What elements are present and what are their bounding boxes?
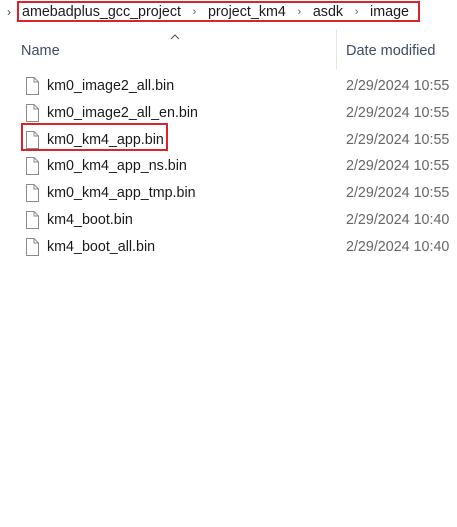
breadcrumb-items: amebadplus_gcc_project › project_km4 › a… — [22, 3, 409, 21]
column-header-date-modified[interactable]: Date modified — [346, 43, 435, 59]
file-icon — [26, 130, 39, 149]
breadcrumb: › amebadplus_gcc_project › project_km4 ›… — [0, 0, 457, 26]
file-icon — [26, 210, 39, 229]
file-name: km0_image2_all.bin — [47, 78, 175, 94]
file-row[interactable]: km0_image2_all_en.bin 2/29/2024 10:55 — [0, 101, 457, 128]
file-row[interactable]: km0_km4_app_tmp.bin 2/29/2024 10:55 — [0, 181, 457, 208]
file-icon — [26, 103, 39, 122]
file-icon — [26, 237, 39, 256]
file-row[interactable]: km4_boot_all.bin 2/29/2024 10:40 — [0, 235, 457, 262]
chevron-right-icon[interactable]: › — [181, 3, 208, 21]
file-name: km0_km4_app_ns.bin — [47, 158, 187, 175]
file-row[interactable]: km0_km4_app_ns.bin 2/29/2024 10:55 — [0, 154, 457, 181]
column-header-row: Name Date modified — [0, 30, 457, 70]
file-name: km0_km4_app_tmp.bin — [47, 185, 196, 202]
file-name: km4_boot.bin — [47, 211, 133, 228]
chevron-right-icon[interactable]: › — [3, 4, 15, 20]
file-date-modified: 2/29/2024 10:55 — [346, 131, 450, 148]
file-date-modified: 2/29/2024 10:55 — [346, 104, 450, 121]
file-name: km0_image2_all_en.bin — [47, 104, 199, 121]
column-header-name[interactable]: Name — [21, 43, 60, 59]
file-date-modified: 2/29/2024 10:55 — [346, 78, 450, 94]
file-icon — [26, 184, 39, 203]
chevron-right-icon[interactable]: › — [343, 3, 370, 21]
file-date-modified: 2/29/2024 10:55 — [346, 158, 450, 175]
file-icon — [26, 77, 39, 95]
file-date-modified: 2/29/2024 10:40 — [346, 211, 450, 228]
file-name: km0_km4_app.bin — [47, 131, 164, 148]
file-row[interactable]: km0_image2_all.bin 2/29/2024 10:55 — [0, 74, 457, 101]
breadcrumb-item-amebadplus-gcc-project[interactable]: amebadplus_gcc_project — [22, 3, 181, 21]
breadcrumb-item-project-km4[interactable]: project_km4 — [208, 3, 286, 21]
file-list: km0_image2_all.bin 2/29/2024 10:55 km0_i… — [0, 74, 457, 262]
column-divider[interactable] — [336, 30, 337, 70]
sort-ascending-icon — [170, 34, 180, 40]
file-icon — [26, 157, 39, 176]
file-date-modified: 2/29/2024 10:40 — [346, 238, 450, 255]
breadcrumb-item-image[interactable]: image — [370, 3, 409, 21]
chevron-right-icon[interactable]: › — [286, 3, 313, 21]
file-name: km4_boot_all.bin — [47, 238, 156, 255]
breadcrumb-item-asdk[interactable]: asdk — [313, 3, 343, 21]
file-date-modified: 2/29/2024 10:55 — [346, 185, 450, 202]
file-row[interactable]: km0_km4_app.bin 2/29/2024 10:55 — [0, 128, 457, 155]
file-row[interactable]: km4_boot.bin 2/29/2024 10:40 — [0, 208, 457, 235]
